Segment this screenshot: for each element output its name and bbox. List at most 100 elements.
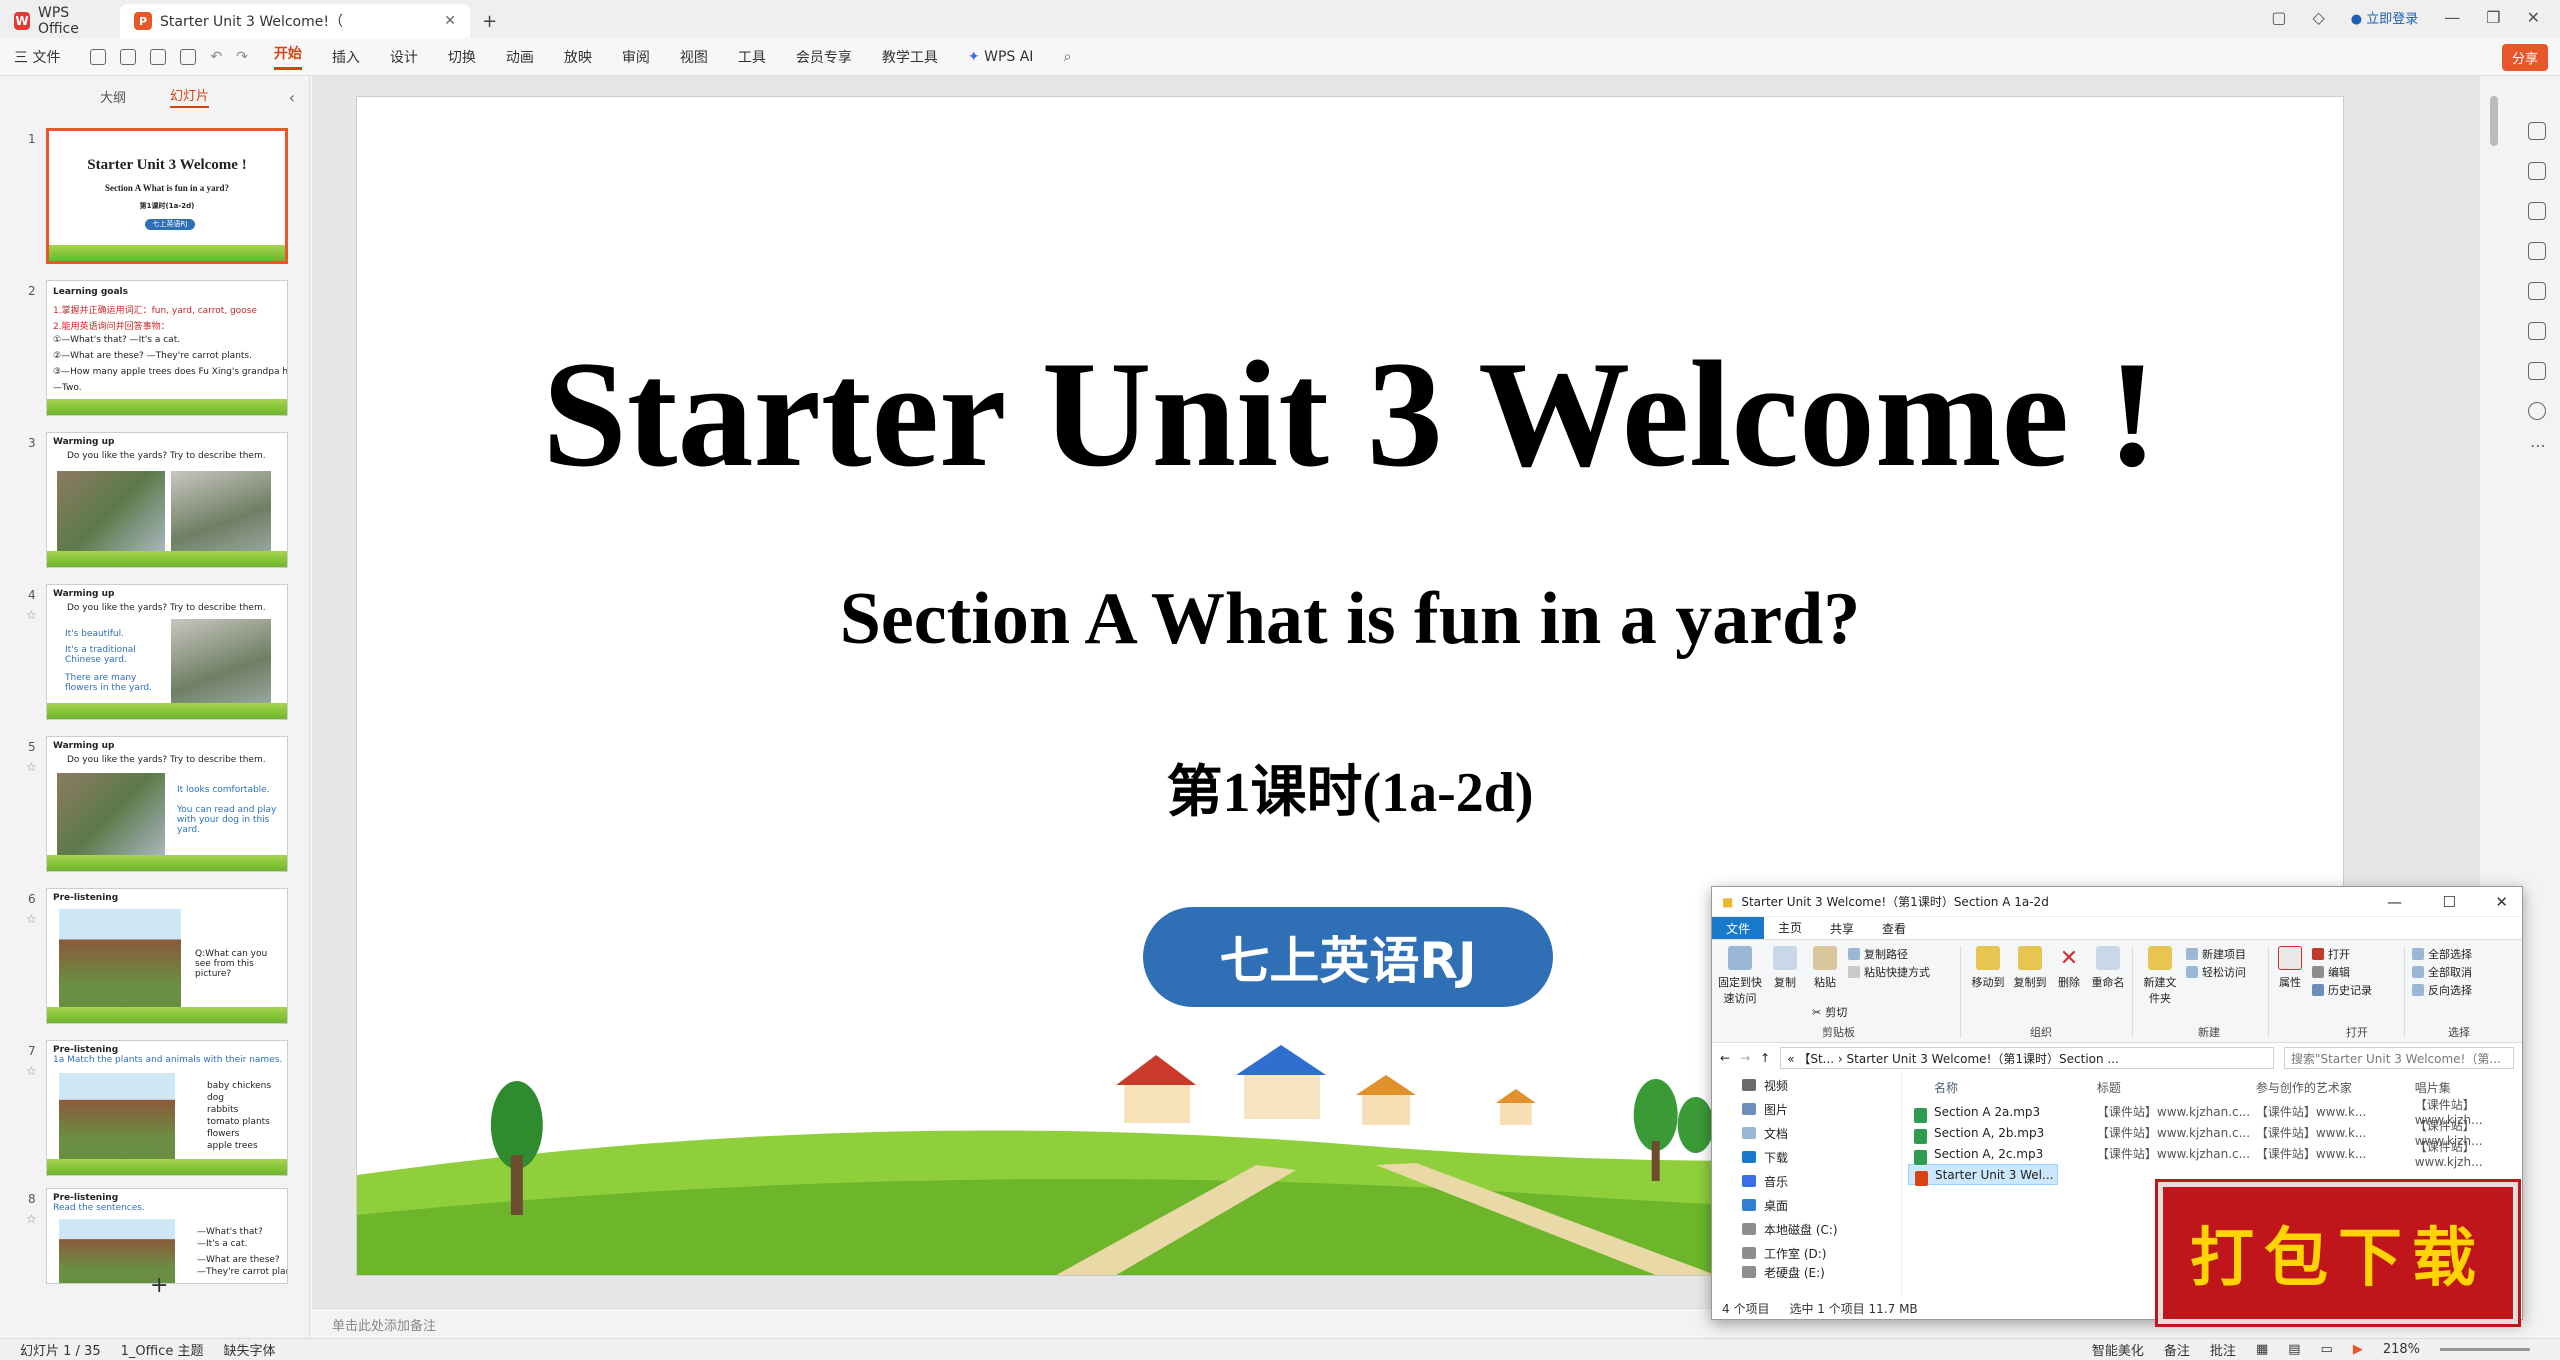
pin-button[interactable]: 固定到快速访问: [1718, 946, 1762, 1006]
open-button[interactable]: 打开: [2312, 946, 2350, 962]
wps-ai-button[interactable]: ✦ WPS AI: [968, 49, 1034, 65]
back-arrow-icon[interactable]: ←: [1720, 1051, 1730, 1065]
menu-transition[interactable]: 切换: [448, 47, 476, 67]
column-album[interactable]: 唱片集: [2415, 1079, 2524, 1096]
file-menu[interactable]: 三 文件: [14, 47, 60, 67]
comment-toggle[interactable]: 批注: [2210, 1340, 2236, 1359]
notes-toggle[interactable]: 备注: [2164, 1340, 2190, 1359]
window-layout-icon[interactable]: ▢: [2271, 8, 2286, 27]
nav-drive-e[interactable]: 老硬盘 (E:): [1712, 1265, 1901, 1279]
edit-button[interactable]: 编辑: [2312, 964, 2350, 980]
vertical-scrollbar[interactable]: [2490, 96, 2498, 146]
nav-downloads[interactable]: 下载: [1712, 1145, 1901, 1169]
history-button[interactable]: 历史记录: [2312, 982, 2372, 998]
more-icon[interactable]: ⋯: [2530, 436, 2546, 455]
image-icon[interactable]: [2528, 242, 2546, 260]
sliders-icon[interactable]: [2528, 122, 2546, 140]
menu-review[interactable]: 审阅: [622, 47, 650, 67]
save-icon[interactable]: [90, 48, 107, 65]
copy-icon[interactable]: [2528, 202, 2546, 220]
smart-beautify[interactable]: 智能美化: [2092, 1340, 2144, 1359]
slide-thumbnail-7[interactable]: Pre-listening 1a Match the plants and an…: [46, 1040, 288, 1176]
easy-access-button[interactable]: 轻松访问: [2186, 964, 2246, 980]
nav-desktop[interactable]: 桌面: [1712, 1193, 1901, 1217]
new-tab-button[interactable]: +: [470, 4, 509, 38]
menu-design[interactable]: 设计: [390, 47, 418, 67]
menu-home[interactable]: 开始: [273, 43, 302, 70]
minimize-icon[interactable]: —: [2444, 8, 2460, 27]
sorter-view-icon[interactable]: ▤: [2288, 1342, 2300, 1357]
tab-share[interactable]: 共享: [1816, 917, 1868, 940]
paste-button[interactable]: 粘贴: [1808, 946, 1842, 990]
menu-member[interactable]: 会员专享: [796, 47, 852, 67]
select-none-button[interactable]: 全部取消: [2412, 964, 2472, 980]
copy-button[interactable]: 复制: [1768, 946, 1802, 990]
theme-name[interactable]: 1_Office 主题: [121, 1340, 204, 1359]
invert-selection-button[interactable]: 反向选择: [2412, 982, 2472, 998]
tab-slides[interactable]: 幻灯片: [170, 85, 210, 108]
slide-thumbnail-3[interactable]: Warming up Do you like the yards? Try to…: [46, 432, 288, 568]
share-button[interactable]: 分享: [2501, 44, 2548, 71]
delete-button[interactable]: ✕ 删除: [2054, 946, 2084, 990]
slide-subtitle[interactable]: Section A What is fun in a yard?: [357, 577, 2343, 662]
tools-icon[interactable]: [2528, 282, 2546, 300]
add-slide-button[interactable]: +: [150, 1273, 168, 1298]
maximize-icon[interactable]: ❐: [2486, 8, 2500, 27]
tab-home[interactable]: 主页: [1764, 916, 1817, 941]
nav-drive-c[interactable]: 本地磁盘 (C:): [1712, 1217, 1901, 1241]
document-tab[interactable]: P Starter Unit 3 Welcome!（ ✕: [120, 4, 470, 38]
export-icon[interactable]: [120, 48, 137, 65]
normal-view-icon[interactable]: ▦: [2256, 1342, 2268, 1357]
column-artist[interactable]: 参与创作的艺术家: [2256, 1079, 2415, 1096]
slide-badge[interactable]: 七上英语RJ: [1143, 907, 1553, 1007]
cube-icon[interactable]: ◇: [2312, 8, 2324, 27]
star-icon[interactable]: [2528, 162, 2546, 180]
properties-button[interactable]: 属性: [2274, 946, 2306, 990]
search-box[interactable]: 搜索"Starter Unit 3 Welcome!（第...: [2284, 1047, 2514, 1069]
collapse-panel-icon[interactable]: ‹: [289, 88, 295, 107]
maximize-icon[interactable]: ☐: [2443, 893, 2456, 911]
slide-thumbnail-2[interactable]: Learning goals 1.掌握并正确运用词汇：fun, yard, ca…: [46, 280, 288, 416]
slide-title[interactable]: Starter Unit 3 Welcome !: [357, 327, 2343, 501]
copy-path-button[interactable]: 复制路径: [1848, 946, 1908, 962]
close-tab-icon[interactable]: ✕: [444, 13, 456, 29]
nav-pictures[interactable]: 图片: [1712, 1097, 1901, 1121]
slide-lesson[interactable]: 第1课时(1a-2d): [357, 747, 2343, 828]
play-icon[interactable]: ▶: [2353, 1342, 2363, 1357]
login-link[interactable]: ● 立即登录: [2351, 8, 2419, 27]
tab-outline[interactable]: 大纲: [100, 87, 126, 106]
menu-tools[interactable]: 工具: [738, 47, 766, 67]
menu-view[interactable]: 视图: [680, 47, 708, 67]
zoom-slider[interactable]: [2440, 1348, 2530, 1351]
select-all-button[interactable]: 全部选择: [2412, 946, 2472, 962]
close-window-icon[interactable]: ✕: [2527, 8, 2540, 27]
zoom-level[interactable]: 218%: [2383, 1342, 2420, 1357]
paste-shortcut-button[interactable]: 粘贴快捷方式: [1848, 964, 1930, 980]
menu-slideshow[interactable]: 放映: [564, 47, 592, 67]
close-icon[interactable]: ✕: [2495, 893, 2508, 911]
move-to-button[interactable]: 移动到: [1968, 946, 2008, 990]
file-row-selected[interactable]: Starter Unit 3 Wel...: [1908, 1164, 2058, 1186]
slide-thumbnail-5[interactable]: Warming up Do you like the yards? Try to…: [46, 736, 288, 872]
nav-videos[interactable]: 视频: [1712, 1073, 1901, 1097]
nav-music[interactable]: 音乐: [1712, 1169, 1901, 1193]
column-title[interactable]: 标题: [2097, 1079, 2256, 1096]
file-row[interactable]: Section A, 2c.mp3 【课件站】www.kjzhan.c... 【…: [1908, 1140, 2524, 1169]
print-icon[interactable]: [150, 48, 167, 65]
cut-button[interactable]: ✂ 剪切: [1812, 1004, 1847, 1020]
new-folder-button[interactable]: 新建文件夹: [2140, 946, 2180, 1006]
column-name[interactable]: 名称: [1908, 1079, 2097, 1096]
tab-file[interactable]: 文件: [1712, 916, 1765, 940]
rename-button[interactable]: 重命名: [2088, 946, 2128, 990]
slide-thumbnail-8[interactable]: Pre-listening Read the sentences. —What'…: [46, 1188, 288, 1284]
help-icon[interactable]: [2528, 402, 2546, 420]
forward-arrow-icon[interactable]: →: [1740, 1051, 1750, 1065]
minimize-icon[interactable]: —: [2387, 893, 2402, 911]
slide-thumbnail-6[interactable]: Pre-listening Q:What can you see from th…: [46, 888, 288, 1024]
download-package-badge[interactable]: 打包下载: [2158, 1182, 2518, 1324]
nav-documents[interactable]: 文档: [1712, 1121, 1901, 1145]
tab-view[interactable]: 查看: [1868, 917, 1920, 940]
new-item-button[interactable]: 新建项目: [2186, 946, 2246, 962]
search-icon[interactable]: ⌕: [1063, 49, 1071, 65]
nav-drive-d[interactable]: 工作室 (D:): [1712, 1241, 1901, 1265]
